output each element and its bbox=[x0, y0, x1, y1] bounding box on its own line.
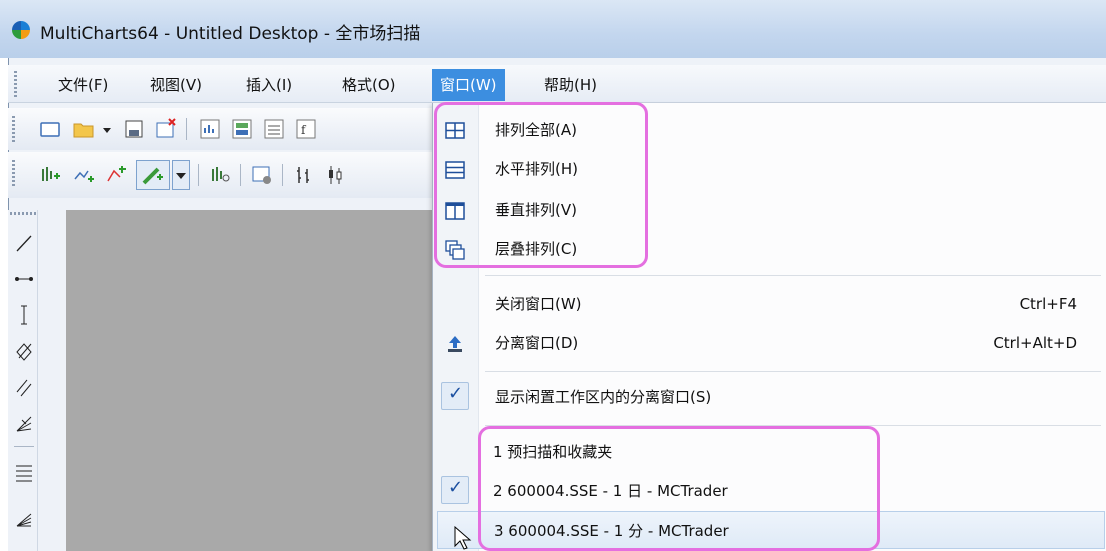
menu-file[interactable]: 文件(F) bbox=[52, 73, 114, 97]
drawing-toolbar bbox=[8, 152, 438, 198]
vertical-line-icon[interactable] bbox=[14, 304, 34, 326]
menu-item-shortcut: Ctrl+F4 bbox=[1019, 295, 1077, 313]
menu-item-label: 层叠排列(C) bbox=[495, 240, 578, 258]
menu-window[interactable]: 窗口(W) bbox=[432, 69, 505, 101]
strategy-icon[interactable] bbox=[104, 163, 128, 187]
horizontal-line-icon[interactable] bbox=[14, 268, 34, 290]
toolbar-grip[interactable] bbox=[12, 116, 15, 142]
drawing-dropdown-icon[interactable] bbox=[172, 160, 190, 190]
menu-item-tile-all[interactable]: 排列全部(A) bbox=[433, 111, 1106, 149]
fibonacci-fan-icon[interactable] bbox=[14, 506, 34, 528]
toolbar-separator bbox=[282, 164, 283, 186]
channel-icon[interactable] bbox=[14, 340, 34, 362]
format-window-icon[interactable] bbox=[250, 163, 274, 187]
menu-item-label: 1 预扫描和收藏夹 bbox=[493, 443, 613, 461]
standard-toolbar: f bbox=[8, 108, 438, 150]
menu-item-detach-window[interactable]: 分离窗口(D) Ctrl+Alt+D bbox=[433, 324, 1106, 362]
scanner-window-icon[interactable] bbox=[230, 117, 254, 141]
chart-workspace[interactable] bbox=[66, 210, 436, 551]
dropdown-arrow-icon[interactable] bbox=[100, 117, 114, 141]
formula-icon[interactable]: f bbox=[294, 117, 318, 141]
detach-icon bbox=[445, 334, 465, 354]
cascade-icon bbox=[445, 240, 465, 260]
save-icon[interactable] bbox=[122, 117, 146, 141]
menu-item-window-3[interactable]: 3 600004.SSE - 1 分 - MCTrader bbox=[437, 511, 1105, 549]
chart-window-icon[interactable] bbox=[198, 117, 222, 141]
menu-format[interactable]: 格式(O) bbox=[336, 73, 402, 97]
parallel-channel-icon[interactable] bbox=[14, 376, 34, 398]
menu-item-label: 水平排列(H) bbox=[495, 160, 578, 178]
menu-separator bbox=[485, 371, 1101, 372]
menu-item-tile-vertical[interactable]: 垂直排列(V) bbox=[433, 191, 1106, 229]
vertical-toolbar-separator bbox=[14, 446, 34, 447]
menu-item-shortcut: Ctrl+Alt+D bbox=[993, 334, 1077, 352]
toolbar-separator bbox=[240, 164, 241, 186]
close-workspace-icon[interactable] bbox=[154, 117, 178, 141]
multicharts-logo-icon bbox=[12, 21, 30, 39]
fibonacci-retracement-icon[interactable] bbox=[14, 462, 34, 484]
checkmark-icon: ✓ bbox=[448, 383, 464, 404]
toolbar-grip[interactable] bbox=[12, 160, 15, 186]
open-folder-icon[interactable] bbox=[72, 117, 96, 141]
drawing-tool-icon[interactable] bbox=[136, 160, 170, 190]
dom-window-icon[interactable] bbox=[262, 117, 286, 141]
vertical-drawing-toolbar bbox=[8, 210, 38, 551]
insert-study-icon[interactable] bbox=[38, 163, 62, 187]
fan-lines-icon[interactable] bbox=[14, 412, 34, 434]
insert-signal-icon[interactable] bbox=[72, 163, 96, 187]
bar-chart-type-icon[interactable] bbox=[292, 163, 316, 187]
tile-horizontal-icon bbox=[445, 160, 465, 180]
menu-separator bbox=[485, 425, 1101, 426]
menu-item-show-idle-detached[interactable]: ✓ 显示闲置工作区内的分离窗口(S) bbox=[433, 378, 1106, 416]
menubar-grip[interactable] bbox=[14, 71, 17, 97]
candlestick-icon[interactable] bbox=[324, 163, 348, 187]
menu-item-tile-horizontal[interactable]: 水平排列(H) bbox=[433, 150, 1106, 188]
menu-item-label: 垂直排列(V) bbox=[495, 201, 577, 219]
menu-bar: 文件(F) 视图(V) 插入(I) 格式(O) 窗口(W) 帮助(H) bbox=[8, 65, 1106, 103]
checkmark-icon: ✓ bbox=[448, 477, 464, 498]
new-window-icon[interactable] bbox=[38, 117, 62, 141]
toolbar-separator bbox=[198, 164, 199, 186]
menu-item-close-window[interactable]: 关闭窗口(W) Ctrl+F4 bbox=[433, 285, 1106, 323]
menu-item-label: 3 600004.SSE - 1 分 - MCTrader bbox=[494, 522, 729, 540]
window-menu-dropdown: 排列全部(A) 水平排列(H) 垂直排列(V) 层叠排列(C) 关闭窗口(W) … bbox=[432, 103, 1106, 551]
menu-insert[interactable]: 插入(I) bbox=[240, 73, 298, 97]
tile-all-icon bbox=[445, 121, 465, 141]
menu-item-label: 排列全部(A) bbox=[495, 121, 577, 139]
menu-item-label: 2 600004.SSE - 1 日 - MCTrader bbox=[493, 482, 728, 500]
trendline-icon[interactable] bbox=[14, 232, 34, 254]
menu-help[interactable]: 帮助(H) bbox=[538, 73, 603, 97]
menu-separator bbox=[485, 275, 1101, 276]
menu-item-label: 分离窗口(D) bbox=[495, 334, 579, 352]
menu-item-label: 显示闲置工作区内的分离窗口(S) bbox=[495, 388, 712, 406]
menu-item-window-1[interactable]: 1 预扫描和收藏夹 bbox=[433, 433, 1106, 471]
toolbar-separator bbox=[186, 118, 187, 140]
menu-item-label: 关闭窗口(W) bbox=[495, 295, 582, 313]
window-title: MultiCharts64 - Untitled Desktop - 全市场扫描 bbox=[40, 24, 421, 44]
vertical-toolbar-grip[interactable] bbox=[10, 212, 36, 215]
menu-item-window-2[interactable]: ✓ 2 600004.SSE - 1 日 - MCTrader bbox=[433, 472, 1106, 510]
title-bar: MultiCharts64 - Untitled Desktop - 全市场扫描 bbox=[0, 0, 1106, 58]
menu-view[interactable]: 视图(V) bbox=[144, 73, 208, 97]
tile-vertical-icon bbox=[445, 201, 465, 221]
format-study-icon[interactable] bbox=[208, 163, 232, 187]
menu-item-cascade[interactable]: 层叠排列(C) bbox=[433, 230, 1106, 268]
